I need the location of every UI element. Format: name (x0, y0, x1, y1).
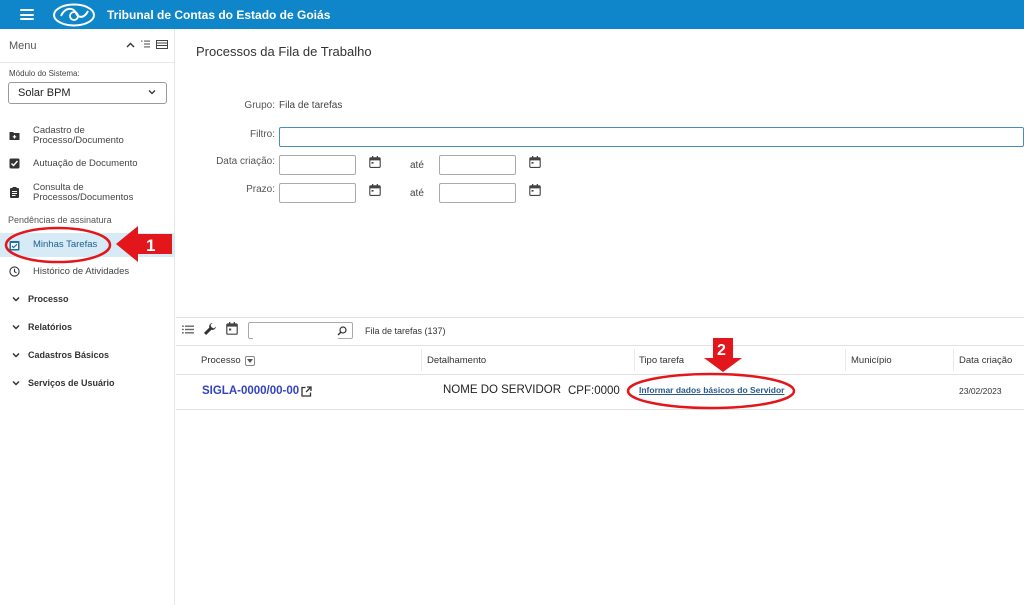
filter-input[interactable] (279, 127, 1024, 147)
table-row-border (176, 409, 1024, 410)
module-select[interactable]: Solar BPM (8, 82, 167, 104)
toolbar-divider (176, 317, 1024, 318)
column-header-data-criacao[interactable]: Data criação (959, 355, 1012, 366)
collapse-up-icon[interactable] (126, 40, 135, 51)
wrench-icon[interactable] (203, 322, 217, 336)
server-name: NOME DO SERVIDOR (443, 384, 561, 396)
table-header-border (176, 374, 1024, 375)
list-view-icon[interactable] (141, 40, 150, 51)
folder-plus-icon (9, 132, 20, 140)
deadline-from-input[interactable] (279, 183, 356, 203)
created-date-to-input[interactable] (439, 155, 516, 175)
column-header-tipo-tarefa[interactable]: Tipo tarefa (639, 355, 684, 366)
deadline-until-label: até (410, 188, 424, 199)
hamburger-menu-icon[interactable] (20, 9, 34, 20)
column-divider (421, 349, 422, 371)
queue-count: Fila de tarefas (137) (365, 326, 446, 336)
chevron-down-icon (12, 295, 20, 304)
search-icon[interactable] (337, 326, 347, 336)
sidebar-group-servicos-usuario[interactable]: Serviços de Usuário (12, 378, 115, 388)
column-divider (845, 349, 846, 371)
sidebar-item-cadastro-label-2: Processo/Documento (33, 135, 124, 146)
chevron-down-icon (12, 323, 20, 332)
column-header-processo[interactable]: Processo (201, 355, 255, 366)
sidebar: Menu Módulo do Sistema: Solar BPM Cadast… (0, 29, 175, 605)
column-divider (634, 349, 635, 371)
sidebar-group-relatorios[interactable]: Relatórios (12, 322, 72, 332)
menu-header: Menu (0, 29, 174, 63)
group-value: Fila de tarefas (279, 100, 343, 111)
module-select-value: Solar BPM (18, 87, 71, 99)
sidebar-group-relatorios-label: Relatórios (28, 322, 73, 332)
app-title: Tribunal de Contas do Estado de Goiás (107, 7, 331, 22)
list-icon[interactable] (182, 325, 194, 334)
page-title: Processos da Fila de Trabalho (196, 44, 372, 59)
column-divider (953, 349, 954, 371)
group-label: Grupo: (244, 100, 275, 111)
top-bar: Tribunal de Contas do Estado de Goiás (0, 0, 1024, 29)
sidebar-item-historico-label: Histórico de Atividades (33, 266, 130, 277)
filter-label: Filtro: (250, 129, 275, 140)
process-number-link[interactable]: SIGLA-0000/00-00 (202, 385, 299, 397)
sidebar-group-processo-label: Processo (28, 294, 69, 304)
calendar-icon[interactable] (369, 184, 381, 196)
sidebar-group-processo[interactable]: Processo (12, 294, 69, 304)
sidebar-item-minhas-tarefas-label: Minhas Tarefas (33, 239, 98, 250)
main-content: Processos da Fila de Trabalho Grupo: Fil… (176, 29, 1024, 605)
created-date-label: Data criação: (216, 156, 275, 167)
sidebar-item-minhas-tarefas[interactable]: Minhas Tarefas (0, 233, 175, 257)
column-header-municipio[interactable]: Município (851, 355, 892, 366)
clipboard-icon (10, 187, 19, 198)
task-type-link[interactable]: Informar dados básicos do Servidor (639, 385, 784, 395)
menu-label: Menu (9, 39, 37, 52)
module-label: Módulo do Sistema: (9, 69, 80, 78)
server-cpf: CPF:0000 (568, 385, 620, 397)
sidebar-item-autuacao-label: Autuação de Documento (33, 158, 138, 169)
grid-view-icon[interactable] (156, 39, 168, 52)
deadline-to-input[interactable] (439, 183, 516, 203)
sidebar-item-consulta-label-2: Processos/Documentos (33, 192, 134, 203)
pending-signatures-section: Pendências de assinatura (8, 215, 112, 225)
chevron-down-icon (148, 87, 156, 97)
sort-dropdown-icon[interactable] (244, 355, 255, 366)
calendar-icon[interactable] (529, 184, 541, 196)
chevron-down-icon (12, 379, 20, 388)
sidebar-item-cadastro[interactable]: Cadastro de Processo/Documento (0, 124, 175, 148)
clock-icon (9, 266, 20, 277)
sidebar-item-consulta[interactable]: Consulta de Processos/Documentos (0, 181, 175, 205)
toolbar-search-input[interactable] (253, 326, 338, 340)
checkbox-icon (9, 158, 20, 169)
sidebar-group-cadastros-basicos-label: Cadastros Básicos (28, 350, 110, 360)
sidebar-item-historico[interactable]: Histórico de Atividades (0, 265, 175, 279)
table-top-border (176, 345, 1024, 346)
chevron-down-icon (12, 351, 20, 360)
creation-date: 23/02/2023 (959, 386, 1002, 396)
toolbar-search-box[interactable] (248, 322, 353, 340)
calendar-icon[interactable] (369, 156, 381, 168)
created-until-label: até (410, 160, 424, 171)
column-header-detalhamento[interactable]: Detalhamento (427, 355, 486, 366)
tce-logo-icon (53, 3, 95, 26)
calendar-icon[interactable] (529, 156, 541, 168)
created-date-from-input[interactable] (279, 155, 356, 175)
task-check-icon (9, 241, 20, 251)
deadline-label: Prazo: (246, 184, 275, 195)
column-header-processo-label: Processo (201, 355, 241, 366)
external-link-icon[interactable] (301, 386, 312, 397)
sidebar-item-autuacao[interactable]: Autuação de Documento (0, 157, 175, 171)
calendar-icon[interactable] (226, 322, 238, 335)
sidebar-group-cadastros-basicos[interactable]: Cadastros Básicos (12, 350, 109, 360)
sidebar-group-servicos-usuario-label: Serviços de Usuário (28, 378, 115, 388)
